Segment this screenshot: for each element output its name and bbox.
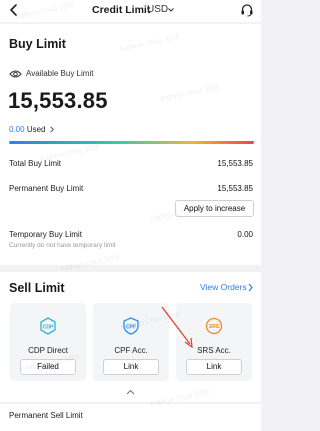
cdp-icon-text: CDP: [43, 325, 54, 331]
tile-cpf-acc[interactable]: CPF CPF Acc. Link: [93, 303, 169, 381]
apply-to-increase-button[interactable]: Apply to increase: [175, 200, 254, 217]
permanent-buy-limit-value: 15,553.85: [217, 184, 253, 193]
used-value: 0.00: [9, 125, 25, 134]
cpf-icon-text: CPF: [126, 325, 136, 331]
chevron-right-icon[interactable]: [247, 283, 254, 292]
currency-selector[interactable]: USD: [147, 4, 168, 15]
temporary-buy-limit-label: Temporary Buy Limit: [9, 230, 82, 239]
buy-limit-card: [0, 24, 261, 265]
chevron-right-icon[interactable]: [49, 126, 55, 133]
permanent-sell-limit-label: Permanent Sell Limit: [9, 411, 83, 420]
collapse-caret-icon[interactable]: [126, 389, 135, 395]
tile-label: CDP Direct: [28, 346, 68, 355]
sell-limit-title: Sell Limit: [9, 281, 65, 295]
srs-icon-text: SRS: [209, 324, 220, 330]
permanent-sell-limit-row: Permanent Sell Limit: [0, 404, 261, 431]
cdp-icon: CDP: [40, 317, 56, 335]
used-amount[interactable]: 0.00 Used: [9, 125, 46, 134]
page-title: Credit Limit: [92, 4, 151, 16]
tile-label: CPF Acc.: [114, 346, 148, 355]
cpf-icon: CPF: [123, 317, 139, 335]
headset-icon[interactable]: [240, 3, 254, 17]
permanent-buy-limit-label: Permanent Buy Limit: [9, 184, 84, 193]
chevron-down-icon[interactable]: [167, 6, 175, 14]
used-label: Used: [26, 125, 46, 134]
chevron-left-icon[interactable]: [7, 3, 21, 17]
cpf-link-button[interactable]: Link: [103, 359, 159, 375]
available-buy-limit-value: 15,553.85: [8, 88, 108, 113]
temporary-buy-limit-value: 0.00: [237, 230, 253, 239]
total-buy-limit-value: 15,553.85: [217, 159, 253, 168]
temporary-limit-note: Currently do not have temporary limit: [9, 242, 116, 249]
srs-icon: SRS: [205, 317, 223, 335]
tile-cdp-direct[interactable]: CDP CDP Direct Failed: [10, 303, 86, 381]
srs-link-button[interactable]: Link: [186, 359, 242, 375]
total-buy-limit-label: Total Buy Limit: [9, 159, 62, 168]
cdp-failed-button[interactable]: Failed: [20, 359, 76, 375]
view-orders-link[interactable]: View Orders: [200, 282, 247, 292]
eye-icon[interactable]: [9, 69, 22, 79]
top-bar: Credit Limit USD: [0, 0, 261, 22]
buy-limit-title: Buy Limit: [9, 37, 66, 51]
annotation-arrow-icon: [161, 306, 193, 349]
available-buy-limit-label: Available Buy Limit: [26, 69, 94, 78]
usage-progress-bar: [9, 141, 254, 144]
